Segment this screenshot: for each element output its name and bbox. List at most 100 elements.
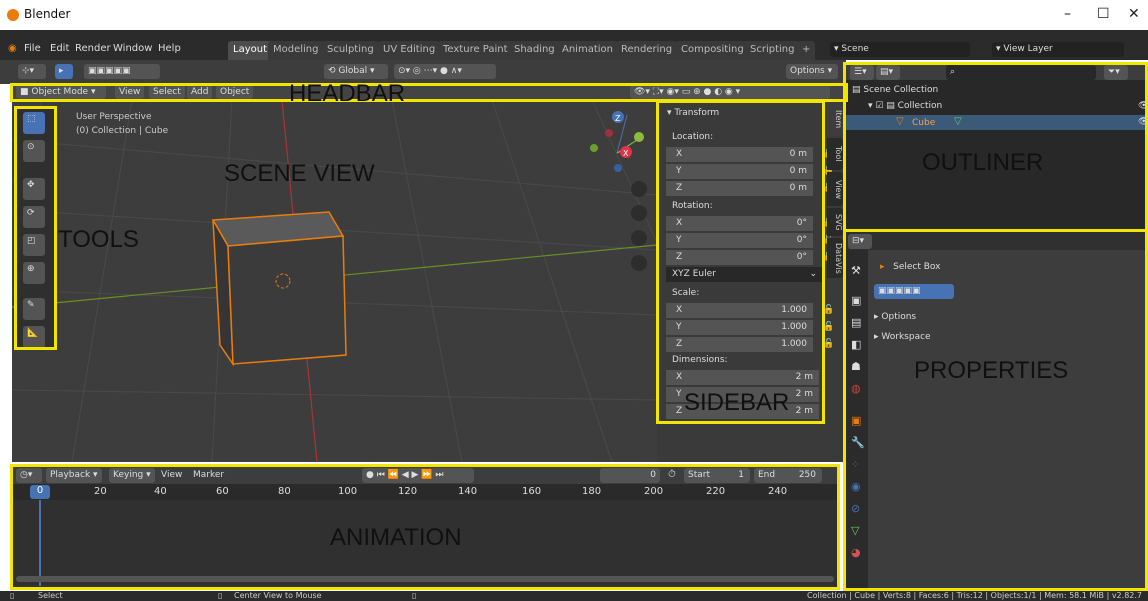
tab-scripting[interactable]: Scripting [745, 41, 800, 60]
location-x-field[interactable]: X 0 m [666, 147, 813, 162]
world-tab-icon[interactable]: ◍ [851, 382, 861, 395]
cube-front-face[interactable] [227, 235, 347, 365]
pivot-snap-buttons[interactable]: ⊙▾ ◎ ⋯▾ ● ∧▾ [394, 64, 496, 79]
zoom-icon[interactable] [631, 181, 647, 197]
lock-icon[interactable]: 🔓 [823, 339, 834, 349]
stopwatch-icon[interactable]: ⏱ [668, 469, 676, 480]
cursor-tool-icon[interactable]: ⊙ [23, 140, 45, 162]
visibility-eye-icon[interactable]: 👁 [1138, 117, 1148, 127]
menu-file[interactable]: File [24, 43, 41, 54]
keying-menu[interactable]: Keying ▾ [109, 468, 155, 483]
rotation-z-field[interactable]: Z 0° [666, 250, 813, 265]
tab-animation[interactable]: Animation [557, 41, 618, 60]
view-menu[interactable]: View [161, 470, 182, 480]
orientation-dropdown[interactable]: ⟲ Global ▾ [324, 64, 388, 79]
tab-layout[interactable]: Layout [228, 41, 272, 60]
tool-tab-icon[interactable]: ⚒ [851, 264, 861, 277]
minimize-icon[interactable]: – [1064, 6, 1071, 22]
tab-modeling[interactable]: Modeling [268, 41, 324, 60]
frame-ruler[interactable]: 0 20 40 60 80 100 120 140 160 180 200 22… [12, 484, 838, 500]
scene-tab-icon[interactable]: ☗ [851, 360, 861, 373]
display-mode-icon[interactable]: ☰▾ [850, 65, 874, 80]
perspective-grid-icon[interactable] [631, 255, 647, 271]
filter-icon[interactable]: ▤▾ [876, 65, 900, 80]
funnel-icon[interactable]: ⏷▾ [1104, 65, 1128, 80]
add-menu[interactable]: Add [187, 85, 213, 99]
current-frame-field[interactable]: 0 [600, 468, 660, 483]
add-workspace-button[interactable]: + [797, 41, 816, 60]
physics-tab-icon[interactable]: ◉ [851, 480, 861, 493]
horizontal-scrollbar[interactable] [16, 576, 834, 582]
maximize-icon[interactable]: ☐ [1097, 6, 1110, 22]
move-tool-icon[interactable]: ✥ [23, 178, 45, 200]
location-y-field[interactable]: Y 0 m [666, 164, 813, 179]
workspace-section[interactable]: ▸ Workspace [874, 332, 931, 342]
menu-window[interactable]: Window [113, 43, 152, 54]
transform-tool-icon[interactable]: ⊕ [23, 262, 45, 284]
tab-sculpting[interactable]: Sculpting [322, 41, 379, 60]
pan-hand-icon[interactable] [631, 205, 647, 221]
lock-icon[interactable]: 🔓 [823, 322, 834, 332]
playhead[interactable]: 0 [30, 485, 50, 499]
scale-tool-icon[interactable]: ◰ [23, 234, 45, 256]
outliner-search-input[interactable]: ⌕ [946, 65, 1096, 80]
location-z-field[interactable]: Z 0 m [666, 181, 813, 196]
options-section[interactable]: ▸ Options [874, 312, 916, 322]
object-tab-icon[interactable]: ▣ [851, 414, 861, 427]
close-icon[interactable]: ✕ [1128, 6, 1140, 22]
constraints-tab-icon[interactable]: ⊘ [851, 502, 860, 515]
select-box-tool-icon[interactable]: ⬚ [23, 112, 45, 134]
transform-panel-header[interactable]: ▾ Transform [667, 108, 719, 118]
sidebar-tab-datavis[interactable]: DataVis [827, 238, 843, 278]
lock-icon[interactable]: 🔓 [823, 305, 834, 315]
dimensions-x-field[interactable]: X 2 m [666, 370, 819, 385]
sidebar-tab-tool[interactable]: Tool [827, 138, 843, 170]
render-tab-icon[interactable]: ▣ [851, 294, 861, 307]
view-menu[interactable]: View [115, 85, 145, 99]
scale-x-field[interactable]: X 1.000 [666, 303, 813, 318]
playback-menu[interactable]: Playback ▾ [46, 468, 102, 483]
start-frame-field[interactable]: Start 1 [684, 468, 750, 483]
object-menu[interactable]: Object [216, 85, 254, 99]
tab-uv-editing[interactable]: UV Editing [378, 41, 441, 60]
measure-tool-icon[interactable]: 📐 [23, 326, 45, 348]
select-menu[interactable]: Select [149, 85, 185, 99]
rotate-tool-icon[interactable]: ⟳ [23, 206, 45, 228]
tab-compositing[interactable]: Compositing [676, 41, 749, 60]
tab-texture-paint[interactable]: Texture Paint [438, 41, 513, 60]
3d-viewport[interactable]: Z X User Perspective (0) Collection | Cu… [12, 100, 657, 462]
modifier-tab-icon[interactable]: 🔧 [851, 436, 865, 449]
selection-mode-buttons[interactable]: ▣▣▣▣▣ [874, 284, 954, 299]
gizmo-y-icon[interactable] [634, 132, 644, 142]
scale-z-field[interactable]: Z 1.000 [666, 337, 813, 352]
material-tab-icon[interactable]: ◕ [851, 546, 861, 559]
menu-edit[interactable]: Edit [50, 43, 69, 54]
options-dropdown[interactable]: Options ▾ [786, 64, 838, 79]
cube-row[interactable]: ▽ Cube ▽ [846, 115, 1148, 130]
editor-type-button[interactable]: ⊹▾ [18, 64, 46, 79]
particles-tab-icon[interactable]: ⁘ [851, 458, 860, 471]
editor-type-icon[interactable]: ⊟▾ [848, 234, 872, 249]
select-tool-icon[interactable]: ▸ [55, 64, 73, 79]
end-frame-field[interactable]: End 250 [754, 468, 822, 483]
rotation-x-field[interactable]: X 0° [666, 216, 813, 231]
editor-type-icon[interactable]: ◷▾ [16, 468, 42, 483]
shading-buttons[interactable]: 👁▾ ⛶▾ ◉▾ ▭ ⊕ ● ◐ ◉ ▾ [630, 85, 830, 99]
camera-icon[interactable] [631, 230, 647, 246]
data-tab-icon[interactable]: ▽ [851, 524, 859, 537]
tab-shading[interactable]: Shading [509, 41, 560, 60]
tab-rendering[interactable]: Rendering [616, 41, 678, 60]
rotation-mode-dropdown[interactable]: XYZ Euler ⌄ [666, 267, 823, 282]
sidebar-tab-svg[interactable]: SVG [827, 208, 843, 236]
view-layer-selector[interactable]: ▾ View Layer [992, 42, 1124, 57]
rotation-y-field[interactable]: Y 0° [666, 233, 813, 248]
sidebar-tab-item[interactable]: Item [827, 102, 843, 136]
output-tab-icon[interactable]: ▤ [851, 316, 861, 329]
active-tool-row[interactable]: ▸ Select Box [880, 262, 940, 272]
collection-row[interactable]: ▾ ☑ ▤ Collection [868, 101, 942, 111]
visibility-eye-icon[interactable]: 👁 [1138, 101, 1148, 111]
selection-mode-buttons[interactable]: ▣▣▣▣▣ [84, 64, 160, 79]
playback-controls[interactable]: ● ⏮ ⏪ ◀ ▶ ⏩ ⏭ [362, 468, 474, 483]
view-layer-tab-icon[interactable]: ◧ [851, 338, 861, 351]
scene-selector[interactable]: ▾ Scene [830, 42, 970, 57]
